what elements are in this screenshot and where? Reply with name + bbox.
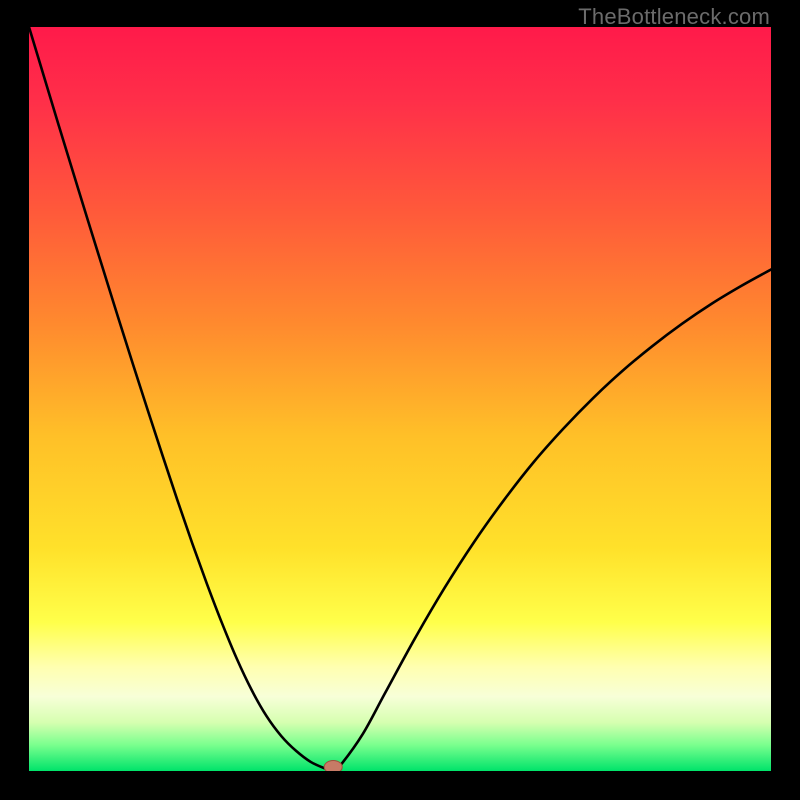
- chart-svg: [29, 27, 771, 771]
- gradient-background: [29, 27, 771, 771]
- minimum-marker: [324, 761, 342, 772]
- chart-frame: TheBottleneck.com: [0, 0, 800, 800]
- plot-area: [29, 27, 771, 771]
